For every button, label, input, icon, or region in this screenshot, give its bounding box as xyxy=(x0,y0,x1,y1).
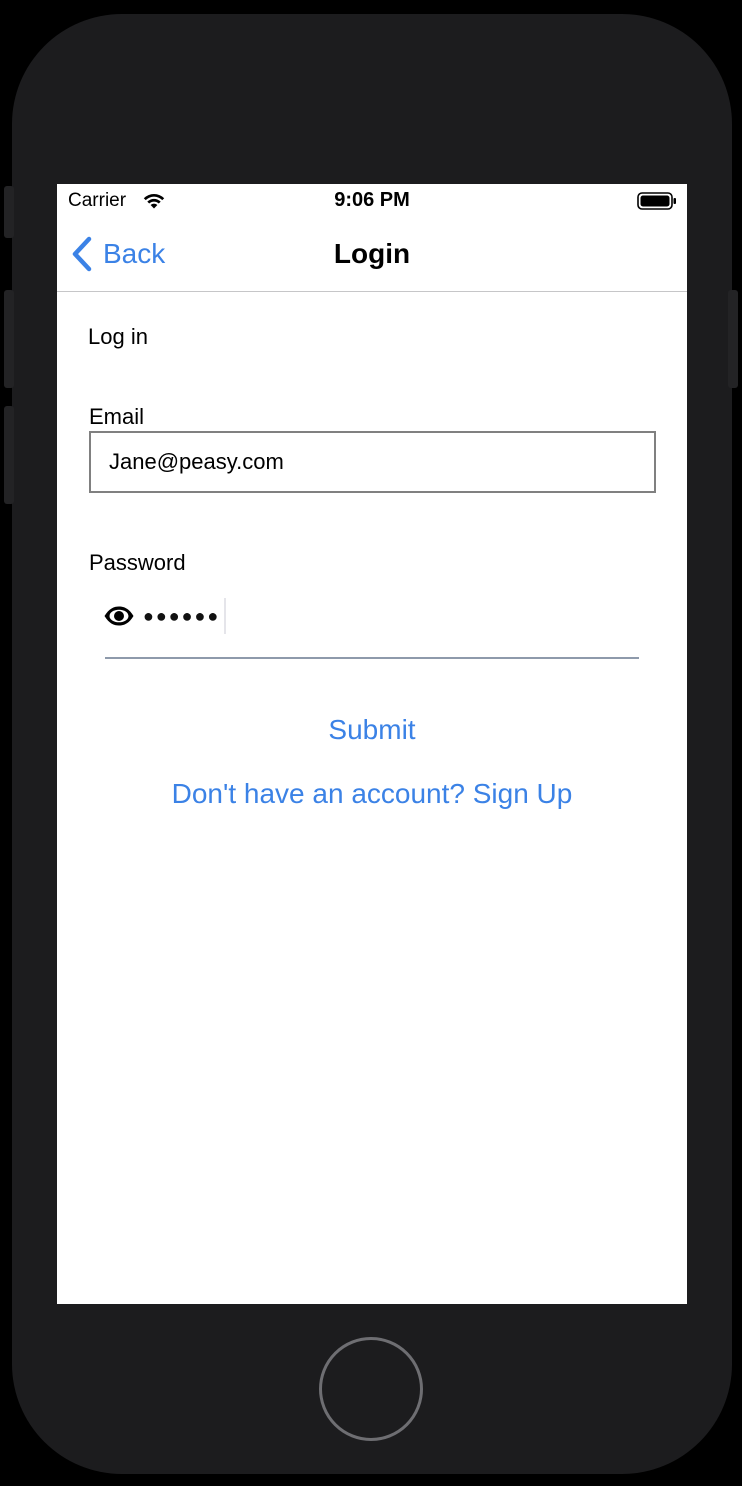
section-title: Log in xyxy=(88,324,148,349)
status-time: 9:06 PM xyxy=(334,189,410,211)
text-caret xyxy=(224,598,227,634)
battery-icon xyxy=(637,192,676,210)
password-label: Password xyxy=(89,550,186,575)
status-bar: Carrier 9:06 PM xyxy=(57,184,687,220)
password-underline xyxy=(105,657,639,659)
signup-link[interactable]: Don't have an account? Sign Up xyxy=(57,778,687,810)
screen: Carrier 9:06 PM Back Login Log in Email … xyxy=(57,184,687,1304)
page-title: Login xyxy=(333,238,411,269)
mute-switch xyxy=(4,186,14,238)
submit-button[interactable]: Submit xyxy=(57,714,687,746)
power-button xyxy=(728,290,738,388)
email-label: Email xyxy=(89,404,145,429)
email-field[interactable]: Jane@peasy.com xyxy=(89,431,656,493)
volume-up-button xyxy=(4,290,14,388)
home-button[interactable] xyxy=(319,1337,423,1441)
password-value: ●●●●●● xyxy=(143,605,221,626)
volume-down-button xyxy=(4,406,14,504)
password-field[interactable]: ●●●●●● xyxy=(103,594,227,638)
eye-icon[interactable] xyxy=(103,605,135,627)
navigation-bar: Back Login xyxy=(57,220,687,292)
